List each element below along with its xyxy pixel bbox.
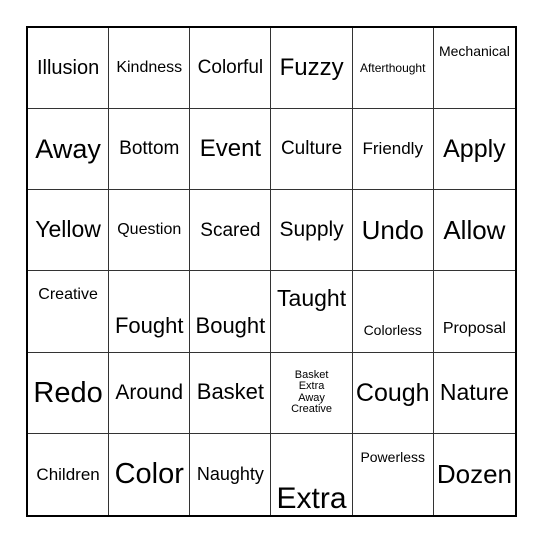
bingo-cell-label: Apply [443, 135, 506, 164]
bingo-cell-r4-c1[interactable]: Creative [28, 271, 110, 353]
bingo-cell-r6-c2[interactable]: Color [109, 433, 191, 515]
bingo-cell-r6-c6[interactable]: Dozen [434, 434, 515, 515]
bingo-cell-r5-c6[interactable]: Nature [433, 353, 515, 434]
bingo-cell-r2-c2[interactable]: Bottom [109, 109, 191, 191]
bingo-cell-label: Color [114, 458, 184, 491]
bingo-cell-label: Undo [361, 214, 424, 245]
bingo-cell-r6-c5[interactable]: Powerless [353, 433, 434, 515]
bingo-cell-label: Event [199, 134, 262, 162]
bingo-cell-r4-c3[interactable]: Bought [190, 271, 272, 353]
bingo-cell-label: Allow [443, 214, 506, 245]
bingo-cell-label: Colorful [197, 57, 264, 79]
bingo-cell-label: Bought [195, 312, 266, 338]
bingo-cell-label: Kindness [116, 58, 183, 76]
bingo-cell-r4-c5[interactable]: Colorless [352, 271, 434, 353]
bingo-cell-r3-c4[interactable]: Supply [271, 190, 353, 272]
bingo-cell-r6-c1[interactable]: Children [28, 433, 110, 515]
bingo-card: Illusion Kindness Colorful Fuzzy Afterthough… [26, 26, 517, 517]
bingo-cell-r2-c6[interactable]: Apply [433, 109, 515, 191]
bingo-cell-label: Yellow [35, 216, 101, 243]
bingo-cell-r3-c5[interactable]: Undo [352, 190, 434, 272]
bingo-cell-r1-c2[interactable]: Kindness [109, 28, 191, 110]
bingo-cell-r2-c5[interactable]: Friendly [352, 109, 434, 191]
bingo-cell-label: Basket Extra Away Creative [291, 368, 333, 416]
bingo-cell-label: Culture [280, 138, 343, 160]
bingo-cell-label: Afterthought [360, 60, 426, 75]
bingo-cell-r1-c3[interactable]: Colorful [190, 28, 272, 110]
bingo-cell-label: Children [36, 464, 100, 484]
bingo-cell-r5-c5[interactable]: Cough [352, 352, 434, 434]
bingo-cell-r2-c1[interactable]: Away [28, 109, 110, 191]
bingo-grid: Illusion Kindness Colorful Fuzzy Afterthough… [28, 28, 515, 515]
bingo-cell-label: Mechanical [438, 43, 510, 59]
bingo-cell-label: Around [115, 380, 184, 404]
bingo-cell-label: Question [117, 221, 182, 239]
bingo-cell-label: Colorless [363, 322, 422, 339]
bingo-cell-label: Away [35, 134, 101, 165]
bingo-cell-r5-c4[interactable]: Basket Extra Away Creative [271, 352, 353, 434]
bingo-cell-r4-c2[interactable]: Fought [109, 271, 191, 353]
bingo-cell-label: Illusion [36, 56, 100, 79]
bingo-cell-r2-c3[interactable]: Event [190, 109, 272, 191]
bingo-cell-r1-c4[interactable]: Fuzzy [271, 28, 353, 110]
bingo-cell-label: Powerless [360, 448, 426, 465]
bingo-cell-r3-c1[interactable]: Yellow [28, 190, 110, 272]
bingo-cell-r1-c6[interactable]: Mechanical [433, 28, 515, 110]
bingo-cell-r3-c2[interactable]: Question [109, 190, 191, 272]
bingo-cell-label: Cough [355, 378, 430, 407]
bingo-cell-r5-c3[interactable]: Basket [190, 352, 272, 434]
bingo-cell-r4-c4[interactable]: Taught [271, 271, 353, 353]
bingo-cell-label: Creative [38, 286, 98, 304]
bingo-cell-label: Fought [114, 312, 184, 338]
bingo-cell-label: Basket [196, 379, 265, 405]
bingo-cell-label: Proposal [442, 320, 506, 338]
bingo-cell-r1-c1[interactable]: Illusion [28, 28, 110, 110]
bingo-cell-label: Bottom [119, 138, 180, 160]
bingo-cell-r5-c1[interactable]: Redo [28, 352, 110, 434]
bingo-cell-label: Extra [276, 481, 347, 515]
bingo-cell-r4-c6[interactable]: Proposal [433, 271, 515, 353]
bingo-cell-label: Scared [200, 219, 261, 241]
bingo-cell-r6-c4[interactable]: Extra [271, 433, 353, 515]
bingo-cell-r6-c3[interactable]: Naughty [190, 433, 272, 515]
bingo-cell-label: Supply [279, 218, 344, 242]
bingo-cell-label: Friendly [362, 139, 423, 159]
bingo-cell-r3-c6[interactable]: Allow [433, 190, 515, 272]
bingo-cell-label: Nature [439, 378, 509, 405]
bingo-cell-r3-c3[interactable]: Scared [190, 190, 272, 272]
bingo-cell-label: Dozen [436, 458, 512, 489]
bingo-cell-r5-c2[interactable]: Around [109, 352, 191, 434]
bingo-cell-label: Naughty [196, 464, 264, 485]
bingo-cell-label: Redo [33, 376, 103, 409]
bingo-cell-r1-c5[interactable]: Afterthought [352, 28, 434, 110]
bingo-cell-r2-c4[interactable]: Culture [271, 109, 353, 191]
bingo-cell-label: Taught [277, 285, 347, 312]
bingo-cell-label: Fuzzy [279, 53, 344, 81]
